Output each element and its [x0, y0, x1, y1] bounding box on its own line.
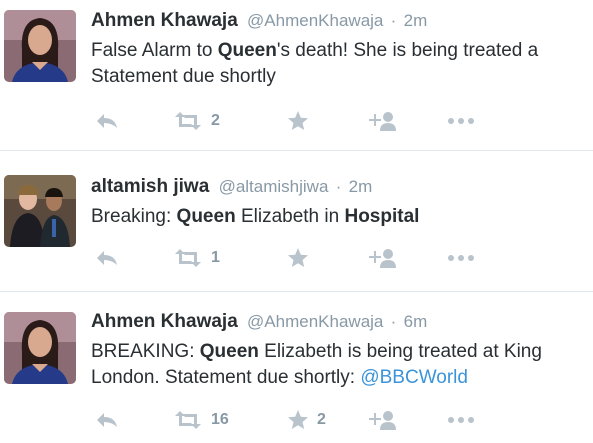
star-icon	[288, 410, 308, 429]
text-segment: 's death! She is being treated a	[276, 40, 539, 61]
tweet-item[interactable]: Ahmen Khawaja @AhmenKhawaja · 2m False A…	[0, 0, 593, 148]
favorite-button[interactable]	[287, 245, 317, 271]
tweet-text-line: Statement due shortly	[91, 64, 593, 90]
more-dots-icon	[448, 417, 474, 423]
retweet-count: 16	[211, 411, 229, 428]
retweet-icon	[175, 249, 201, 267]
tweet-actions: 2	[91, 108, 571, 134]
favorite-count: 2	[317, 411, 326, 428]
tweet-actions: 1	[91, 245, 571, 271]
tweet-text: Breaking: Queen Elizabeth in Hospital	[91, 204, 593, 230]
fullname[interactable]: altamish jiwa	[91, 176, 209, 197]
timestamp[interactable]: 6m	[404, 312, 428, 331]
tweet-content: Ahmen Khawaja @AhmenKhawaja · 2m False A…	[91, 8, 593, 90]
text-segment: False Alarm to	[91, 40, 218, 61]
tweet-content: altamish jiwa @altamishjiwa · 2m Breakin…	[91, 174, 593, 230]
follow-button[interactable]	[367, 108, 397, 134]
tweet-item[interactable]: altamish jiwa @altamishjiwa · 2m Breakin…	[0, 151, 593, 287]
tweet-text-line: BREAKING: Queen Elizabeth is being treat…	[91, 339, 593, 365]
separator-dot: ·	[390, 312, 397, 331]
retweet-button[interactable]: 1	[173, 245, 220, 271]
text-segment: Elizabeth in	[235, 206, 345, 227]
add-user-icon	[369, 249, 396, 268]
retweet-count: 1	[211, 249, 220, 266]
add-user-icon	[369, 411, 396, 430]
retweet-icon	[175, 411, 201, 429]
text-segment: Breaking:	[91, 206, 177, 227]
username[interactable]: @altamishjiwa	[219, 177, 329, 196]
retweet-button[interactable]: 2	[173, 108, 220, 134]
text-segment: BREAKING:	[91, 341, 200, 362]
retweet-button[interactable]: 16	[173, 407, 229, 433]
mention-link[interactable]: @BBCWorld	[360, 367, 468, 388]
add-user-icon	[369, 112, 396, 131]
text-segment-bold: Hospital	[344, 206, 420, 227]
separator-dot: ·	[335, 177, 342, 196]
star-icon	[288, 111, 308, 130]
follow-button[interactable]	[367, 407, 397, 433]
avatar[interactable]	[4, 175, 76, 247]
text-segment-bold: Queen	[176, 206, 236, 227]
retweet-count: 2	[211, 112, 220, 129]
tweet-timeline: Ahmen Khawaja @AhmenKhawaja · 2m False A…	[0, 0, 593, 443]
timestamp[interactable]: 2m	[404, 11, 428, 30]
tweet-header: Ahmen Khawaja @AhmenKhawaja · 2m	[91, 8, 593, 34]
tweet-item[interactable]: Ahmen Khawaja @AhmenKhawaja · 6m BREAKIN…	[0, 292, 593, 443]
username[interactable]: @AhmenKhawaja	[247, 312, 383, 331]
retweet-icon	[175, 112, 201, 130]
fullname[interactable]: Ahmen Khawaja	[91, 311, 238, 332]
reply-icon	[97, 251, 117, 265]
reply-icon	[97, 413, 117, 427]
reply-button[interactable]	[95, 108, 119, 134]
text-segment-bold: Queen	[199, 341, 259, 362]
text-segment: Statement due shortly	[91, 66, 276, 87]
reply-button[interactable]	[95, 245, 119, 271]
star-icon	[288, 248, 308, 267]
text-segment-bold: Queen	[217, 40, 277, 61]
reply-button[interactable]	[95, 407, 119, 433]
more-button[interactable]	[447, 108, 475, 134]
text-segment: London. Statement due shortly:	[91, 367, 361, 388]
follow-button[interactable]	[367, 245, 397, 271]
tweet-header: Ahmen Khawaja @AhmenKhawaja · 6m	[91, 309, 593, 335]
more-button[interactable]	[447, 407, 475, 433]
reply-icon	[97, 114, 117, 128]
text-segment: Elizabeth is being treated at King	[258, 341, 542, 362]
favorite-button[interactable]	[287, 108, 317, 134]
tweet-text-line: London. Statement due shortly: @BBCWorld	[91, 365, 593, 391]
more-button[interactable]	[447, 245, 475, 271]
fullname[interactable]: Ahmen Khawaja	[91, 10, 238, 31]
tweet-header: altamish jiwa @altamishjiwa · 2m	[91, 174, 593, 200]
tweet-text: False Alarm to Queen's death! She is bei…	[91, 38, 593, 90]
tweet-text: BREAKING: Queen Elizabeth is being treat…	[91, 339, 593, 391]
more-dots-icon	[448, 118, 474, 124]
avatar[interactable]	[4, 10, 76, 82]
separator-dot: ·	[390, 11, 397, 30]
tweet-text-line: False Alarm to Queen's death! She is bei…	[91, 38, 593, 64]
more-dots-icon	[448, 255, 474, 261]
avatar[interactable]	[4, 312, 76, 384]
username[interactable]: @AhmenKhawaja	[247, 11, 383, 30]
timestamp[interactable]: 2m	[349, 177, 373, 196]
tweet-text-line: Breaking: Queen Elizabeth in Hospital	[91, 204, 593, 230]
tweet-content: Ahmen Khawaja @AhmenKhawaja · 6m BREAKIN…	[91, 309, 593, 391]
favorite-button[interactable]: 2	[287, 407, 326, 433]
tweet-actions: 16 2	[91, 407, 571, 433]
